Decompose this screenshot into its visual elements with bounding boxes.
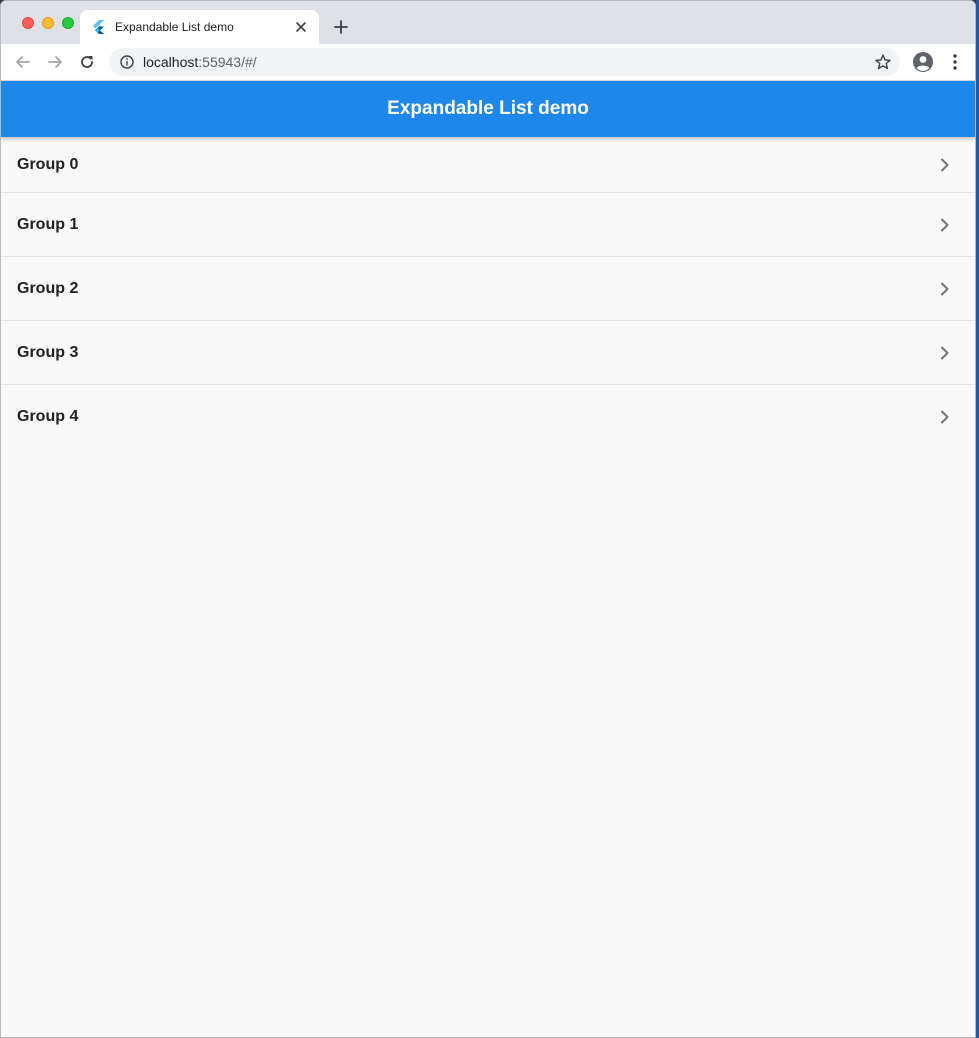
- window-close-button[interactable]: [22, 17, 34, 29]
- browser-toolbar: localhost:55943/#/: [1, 44, 975, 81]
- browser-tab[interactable]: Expandable List demo: [80, 10, 319, 44]
- chevron-right-icon: [935, 279, 955, 299]
- chevron-right-icon: [935, 343, 955, 363]
- group-label: Group 3: [17, 343, 79, 361]
- back-button[interactable]: [13, 52, 33, 72]
- group-row-4[interactable]: Group 4: [1, 385, 975, 449]
- group-label: Group 1: [17, 215, 79, 233]
- chevron-right-icon: [935, 407, 955, 427]
- chevron-right-icon: [935, 215, 955, 235]
- url-text: localhost:55943/#/: [143, 54, 257, 70]
- app-bar: Expandable List demo: [1, 81, 975, 137]
- expandable-group-list: Group 0 Group 1 Group 2 Group 3 Group 4: [1, 137, 975, 449]
- address-bar[interactable]: localhost:55943/#/: [109, 48, 900, 76]
- group-row-3[interactable]: Group 3: [1, 321, 975, 385]
- new-tab-button[interactable]: [331, 17, 351, 37]
- tab-title: Expandable List demo: [115, 20, 234, 34]
- tab-strip: Expandable List demo: [1, 1, 975, 44]
- group-label: Group 2: [17, 279, 79, 297]
- forward-button[interactable]: [45, 52, 65, 72]
- group-row-2[interactable]: Group 2: [1, 257, 975, 321]
- url-host: localhost: [143, 54, 199, 70]
- reload-icon: [81, 56, 93, 68]
- group-row-0[interactable]: Group 0: [1, 137, 975, 193]
- browser-window: Expandable List demo localhost:55943/#/ …: [0, 0, 976, 1038]
- window-minimize-button[interactable]: [42, 17, 54, 29]
- group-row-1[interactable]: Group 1: [1, 193, 975, 257]
- profile-avatar-icon[interactable]: [912, 51, 934, 73]
- tab-close-icon[interactable]: [293, 19, 309, 35]
- bookmark-star-icon[interactable]: [874, 53, 892, 71]
- window-maximize-button[interactable]: [62, 17, 74, 29]
- info-icon[interactable]: [119, 54, 135, 70]
- url-path: :55943/#/: [198, 54, 257, 70]
- reload-button[interactable]: [77, 52, 97, 72]
- browser-menu-icon[interactable]: [947, 52, 963, 72]
- group-label: Group 4: [17, 408, 79, 425]
- flutter-favicon-icon: [92, 20, 106, 34]
- arrow-left-icon: [16, 56, 30, 68]
- plus-icon: [334, 20, 348, 34]
- page-title: Expandable List demo: [387, 98, 589, 119]
- chevron-right-icon: [935, 155, 955, 175]
- arrow-right-icon: [48, 56, 62, 68]
- group-label: Group 0: [17, 155, 79, 173]
